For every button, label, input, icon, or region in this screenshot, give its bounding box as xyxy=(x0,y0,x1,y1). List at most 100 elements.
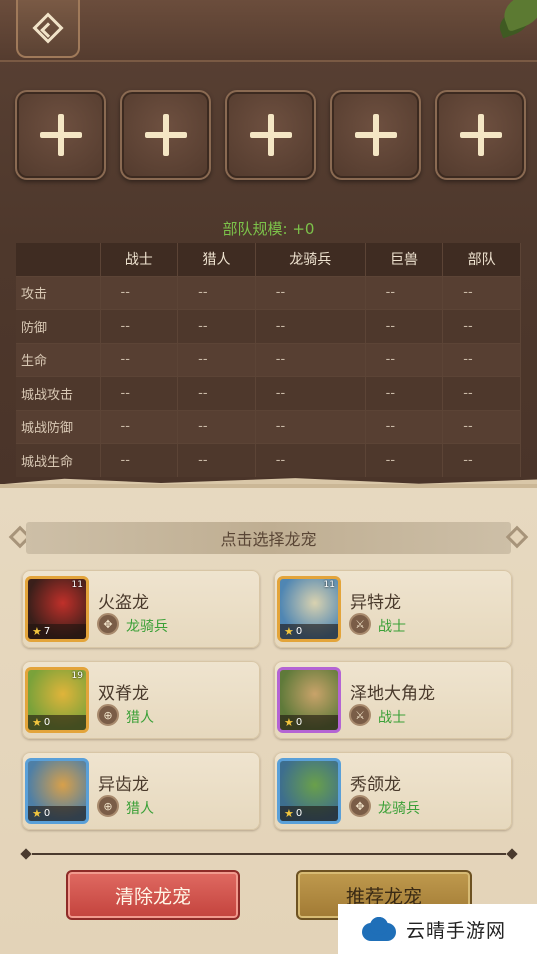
pet-name: 秀颌龙 xyxy=(350,775,401,795)
plus-icon xyxy=(249,114,292,156)
star-count: 0 xyxy=(295,626,303,637)
pet-slot-2[interactable] xyxy=(120,90,211,180)
pet-portrait: ★ 0 xyxy=(25,758,89,824)
pet-name: 异特龙 xyxy=(350,593,401,613)
back-button[interactable] xyxy=(16,0,80,58)
row-label: 防御 xyxy=(16,309,101,343)
star-count: 0 xyxy=(43,717,51,728)
header-troop: 部队 xyxy=(442,243,521,276)
cell: -- xyxy=(255,275,366,310)
pet-stars: ★ 0 xyxy=(280,715,338,730)
cell: -- xyxy=(365,309,444,343)
top-rail xyxy=(0,0,537,62)
table-row: 城战攻击 -- -- -- -- -- xyxy=(16,376,521,410)
star-icon: ★ xyxy=(284,716,294,729)
star-icon: ★ xyxy=(284,625,294,638)
hunter-type-icon: ⊕ xyxy=(97,795,119,817)
pet-portrait: ★ 0 xyxy=(277,758,341,824)
pet-card-5[interactable]: ★ 0 秀颌龙 ✥ 龙骑兵 xyxy=(274,752,512,830)
plus-icon xyxy=(39,114,82,156)
star-icon: ★ xyxy=(284,807,294,820)
row-label: 攻击 xyxy=(16,275,101,310)
cell: -- xyxy=(100,443,179,477)
pet-card-1[interactable]: 11 ★ 0 异特龙 ⚔ 战士 xyxy=(274,570,512,648)
cell: -- xyxy=(365,376,444,410)
star-count: 0 xyxy=(43,808,51,819)
hunter-type-icon: ⊕ xyxy=(97,704,119,726)
cell: -- xyxy=(100,376,179,410)
pet-type: 猎人 xyxy=(126,801,154,817)
cell: -- xyxy=(177,443,256,477)
cell: -- xyxy=(100,309,179,343)
row-label: 城战防御 xyxy=(16,409,101,444)
cell: -- xyxy=(255,342,366,377)
pet-slot-1[interactable] xyxy=(15,90,106,180)
cell: -- xyxy=(442,376,521,410)
cell: -- xyxy=(100,342,179,377)
formation-panel: 部队规模: +0 战士 猎人 龙骑兵 巨兽 部队 攻击 -- -- -- -- … xyxy=(0,0,537,492)
cell: -- xyxy=(442,443,521,477)
table-row: 生命 -- -- -- -- -- xyxy=(16,342,521,377)
pet-portrait: ★ 0 xyxy=(277,667,341,733)
cell: -- xyxy=(177,275,256,310)
row-label: 生命 xyxy=(16,342,101,377)
cell: -- xyxy=(365,443,444,477)
pet-card-2[interactable]: 19 ★ 0 双脊龙 ⊕ 猎人 xyxy=(22,661,260,739)
stats-header-row: 战士 猎人 龙骑兵 巨兽 部队 xyxy=(16,243,521,276)
cell: -- xyxy=(177,409,256,444)
pet-name: 火盗龙 xyxy=(98,593,149,613)
watermark: 云晴手游网 xyxy=(338,904,537,954)
cell: -- xyxy=(365,275,444,310)
cell: -- xyxy=(442,309,521,343)
section-divider xyxy=(20,848,518,860)
dragoon-type-icon: ✥ xyxy=(349,795,371,817)
table-row: 攻击 -- -- -- -- -- xyxy=(16,275,521,310)
pet-card-3[interactable]: ★ 0 泽地大角龙 ⚔ 战士 xyxy=(274,661,512,739)
watermark-text: 云晴手游网 xyxy=(406,919,507,942)
cloud-logo-icon xyxy=(362,917,396,941)
cell: -- xyxy=(255,443,366,477)
pet-slot-4[interactable] xyxy=(330,90,421,180)
pet-slots xyxy=(15,90,526,180)
pet-level: 19 xyxy=(71,671,83,681)
warrior-type-icon: ⚔ xyxy=(349,613,371,635)
cell: -- xyxy=(100,275,179,310)
pet-stars: ★ 0 xyxy=(28,715,86,730)
dragoon-type-icon: ✥ xyxy=(97,613,119,635)
plus-icon xyxy=(459,114,502,156)
cell: -- xyxy=(442,409,521,444)
stats-table: 战士 猎人 龙骑兵 巨兽 部队 攻击 -- -- -- -- -- 防御 -- … xyxy=(16,243,521,477)
divider-ornament xyxy=(506,848,518,860)
table-row: 防御 -- -- -- -- -- xyxy=(16,309,521,343)
plus-icon xyxy=(354,114,397,156)
pet-name: 异齿龙 xyxy=(98,775,149,795)
table-row: 城战生命 -- -- -- -- -- xyxy=(16,443,521,477)
cell: -- xyxy=(442,342,521,377)
pet-card-0[interactable]: 11 ★ 7 火盗龙 ✥ 龙骑兵 xyxy=(22,570,260,648)
pet-slot-3[interactable] xyxy=(225,90,316,180)
pet-stars: ★ 0 xyxy=(28,806,86,821)
warrior-type-icon: ⚔ xyxy=(349,704,371,726)
star-icon: ★ xyxy=(32,807,42,820)
pet-type: 战士 xyxy=(378,710,406,726)
diamond-back-icon xyxy=(32,12,64,44)
pet-type: 猎人 xyxy=(126,710,154,726)
divider-ornament xyxy=(20,848,32,860)
cell: -- xyxy=(177,309,256,343)
pet-stars: ★ 0 xyxy=(280,806,338,821)
star-icon: ★ xyxy=(32,625,42,638)
pet-type: 战士 xyxy=(378,619,406,635)
cell: -- xyxy=(255,376,366,410)
select-pet-banner: 点击选择龙宠 xyxy=(26,522,511,554)
pet-portrait: 19 ★ 0 xyxy=(25,667,89,733)
pet-name: 双脊龙 xyxy=(98,684,149,704)
pet-slot-5[interactable] xyxy=(435,90,526,180)
pet-level: 11 xyxy=(323,580,335,590)
plus-icon xyxy=(144,114,187,156)
star-count: 7 xyxy=(43,626,51,637)
header-beast: 巨兽 xyxy=(365,243,444,276)
divider-line xyxy=(32,853,506,855)
pet-portrait: 11 ★ 0 xyxy=(277,576,341,642)
pet-card-4[interactable]: ★ 0 异齿龙 ⊕ 猎人 xyxy=(22,752,260,830)
clear-pets-button[interactable]: 清除龙宠 xyxy=(66,870,240,920)
